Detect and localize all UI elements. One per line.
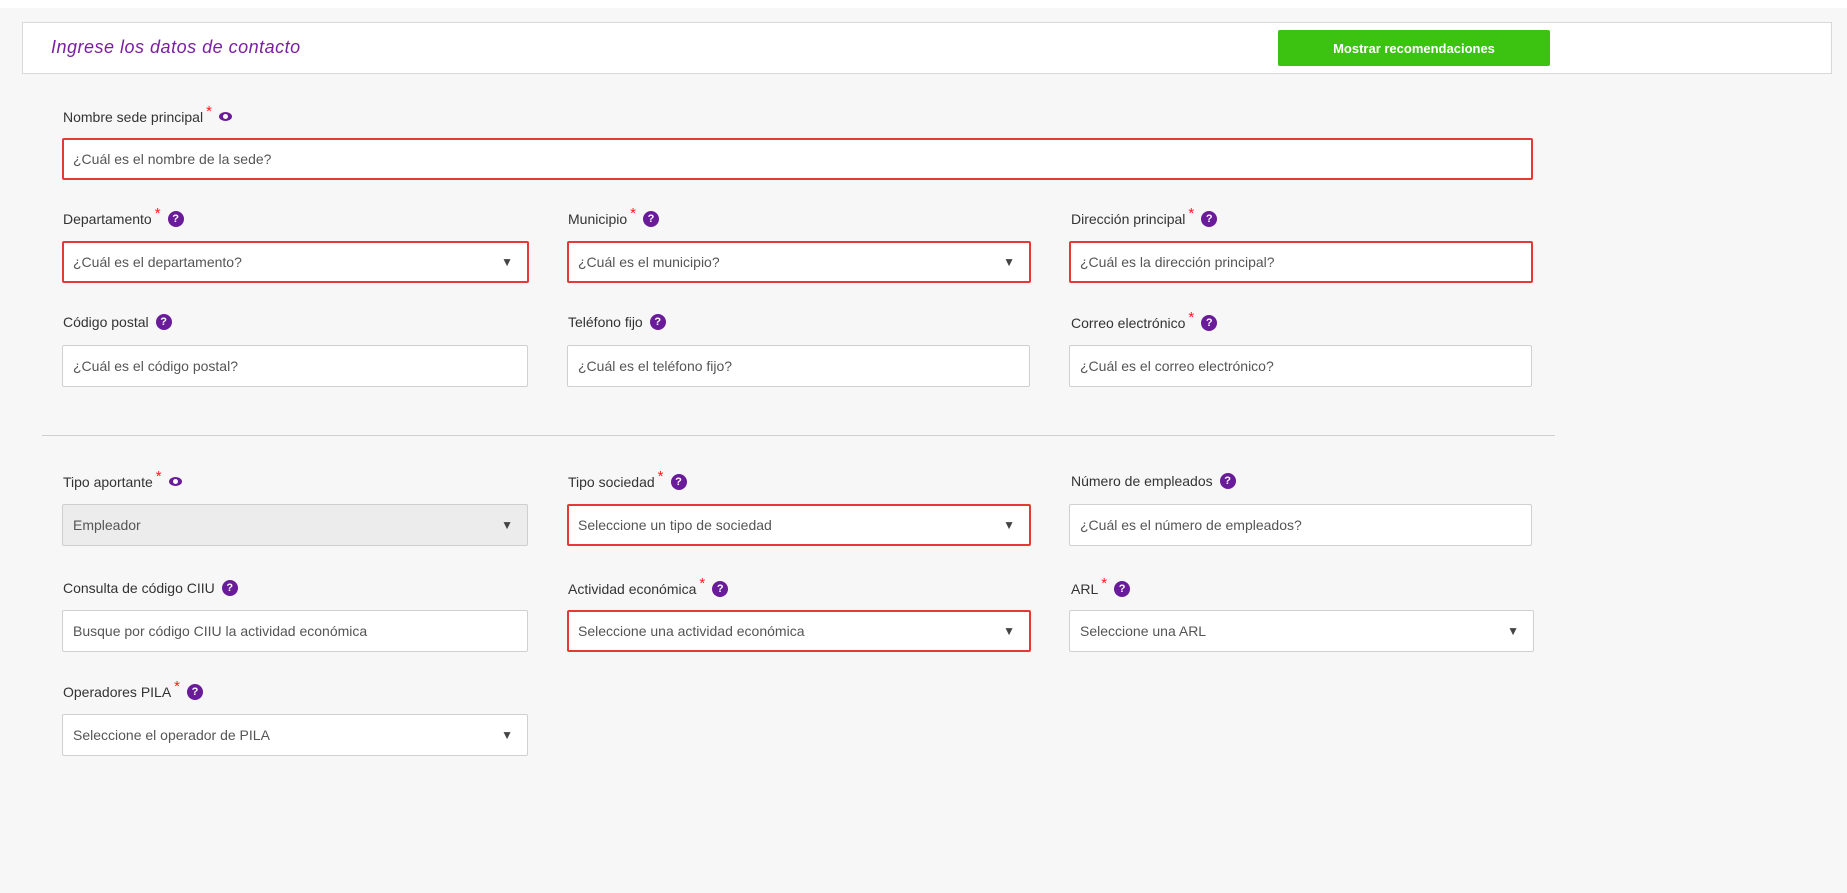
pila-label-text: Operadores PILA — [63, 683, 172, 700]
ciiu-placeholder: Busque por código CIIU la actividad econ… — [73, 623, 368, 639]
sede-placeholder: ¿Cuál es el nombre de la sede? — [73, 151, 272, 167]
caret-down-icon: ▼ — [1003, 518, 1015, 532]
sede-label-text: Nombre sede principal — [63, 108, 204, 125]
direccion-label-text: Dirección principal — [1071, 210, 1186, 227]
departamento-label-text: Departamento — [63, 210, 152, 227]
required-marker: * — [206, 103, 212, 120]
ciiu-label: Consulta de código CIIU ? — [63, 580, 238, 596]
actividad-label-text: Actividad económica — [568, 580, 697, 597]
tipo-aportante-label-text: Tipo aportante — [63, 473, 153, 490]
direccion-input[interactable]: ¿Cuál es la dirección principal? — [1069, 241, 1533, 283]
codigo-postal-input[interactable]: ¿Cuál es el código postal? — [62, 345, 528, 387]
help-icon[interactable]: ? — [155, 314, 172, 330]
arl-select[interactable]: Seleccione una ARL ▼ — [1069, 610, 1534, 652]
form-header: Ingrese los datos de contacto Mostrar re… — [22, 22, 1832, 74]
help-icon[interactable]: ? — [1201, 210, 1218, 227]
help-icon[interactable]: ? — [642, 210, 659, 227]
telefono-label-text: Teléfono fijo — [568, 314, 643, 330]
correo-label-text: Correo electrónico — [1071, 314, 1186, 331]
tipo-aportante-label: Tipo aportante * — [63, 468, 182, 490]
caret-down-icon: ▼ — [1507, 624, 1519, 638]
numero-empleados-label-text: Número de empleados — [1071, 473, 1213, 489]
tipo-sociedad-label-text: Tipo sociedad — [568, 473, 655, 490]
ciiu-label-text: Consulta de código CIIU — [63, 580, 215, 596]
tipo-aportante-select: Empleador ▼ — [62, 504, 528, 546]
municipio-placeholder: ¿Cuál es el municipio? — [578, 254, 720, 270]
numero-empleados-input[interactable]: ¿Cuál es el número de empleados? — [1069, 504, 1532, 546]
show-recommendations-button[interactable]: Mostrar recomendaciones — [1278, 30, 1550, 66]
required-marker: * — [1101, 575, 1108, 592]
caret-down-icon: ▼ — [501, 255, 513, 269]
pila-value: Seleccione el operador de PILA — [73, 727, 270, 743]
departamento-label: Departamento * ? — [63, 205, 184, 227]
telefono-input[interactable]: ¿Cuál es el teléfono fijo? — [567, 345, 1030, 387]
top-strip — [0, 0, 1847, 8]
numero-empleados-label: Número de empleados ? — [1071, 473, 1236, 489]
arl-label-text: ARL — [1071, 580, 1099, 597]
required-marker: * — [630, 205, 636, 222]
help-icon[interactable]: ? — [670, 473, 687, 490]
caret-down-icon: ▼ — [1003, 624, 1015, 638]
tipo-sociedad-label: Tipo sociedad * ? — [568, 468, 687, 490]
required-marker: * — [657, 468, 664, 485]
correo-label: Correo electrónico * ? — [1071, 309, 1218, 331]
help-icon[interactable]: ? — [187, 683, 204, 700]
municipio-label: Municipio * ? — [568, 205, 659, 227]
required-marker: * — [155, 468, 162, 485]
municipio-label-text: Municipio — [568, 210, 628, 227]
help-icon[interactable]: ? — [1114, 580, 1131, 597]
tipo-sociedad-select[interactable]: Seleccione un tipo de sociedad ▼ — [567, 504, 1031, 546]
sede-input[interactable]: ¿Cuál es el nombre de la sede? — [62, 138, 1533, 180]
required-marker: * — [174, 678, 181, 695]
actividad-value: Seleccione una actividad económica — [578, 623, 805, 639]
arl-value: Seleccione una ARL — [1080, 623, 1207, 639]
telefono-placeholder: ¿Cuál es el teléfono fijo? — [578, 358, 733, 374]
actividad-label: Actividad económica * ? — [568, 575, 729, 597]
ciiu-search-input[interactable]: Busque por código CIIU la actividad econ… — [62, 610, 528, 652]
required-marker: * — [1188, 205, 1195, 222]
help-icon[interactable]: ? — [167, 210, 184, 227]
tipo-sociedad-value: Seleccione un tipo de sociedad — [578, 517, 772, 533]
pila-select[interactable]: Seleccione el operador de PILA ▼ — [62, 714, 528, 756]
section-divider — [42, 435, 1555, 436]
actividad-select[interactable]: Seleccione una actividad económica ▼ — [567, 610, 1031, 652]
correo-placeholder: ¿Cuál es el correo electrónico? — [1080, 358, 1274, 374]
help-icon[interactable]: ? — [1219, 473, 1236, 489]
municipio-select[interactable]: ¿Cuál es el municipio? ▼ — [567, 241, 1031, 283]
numero-empleados-placeholder: ¿Cuál es el número de empleados? — [1080, 517, 1302, 533]
pila-label: Operadores PILA * ? — [63, 678, 204, 700]
codigo-postal-label: Código postal ? — [63, 314, 172, 330]
direccion-placeholder: ¿Cuál es la dirección principal? — [1080, 254, 1275, 270]
form-title: Ingrese los datos de contacto — [51, 37, 301, 57]
correo-input[interactable]: ¿Cuál es el correo electrónico? — [1069, 345, 1532, 387]
required-marker: * — [154, 205, 161, 222]
caret-down-icon: ▼ — [1003, 255, 1015, 269]
help-icon[interactable]: ? — [1201, 314, 1218, 331]
help-icon[interactable]: ? — [712, 580, 729, 597]
codigo-postal-label-text: Código postal — [63, 314, 149, 330]
required-marker: * — [1188, 309, 1195, 326]
required-marker: * — [699, 575, 706, 592]
eye-icon[interactable] — [218, 112, 232, 121]
sede-label: Nombre sede principal * — [63, 103, 232, 125]
telefono-label: Teléfono fijo ? — [568, 314, 666, 330]
help-icon[interactable]: ? — [221, 580, 238, 596]
caret-down-icon: ▼ — [501, 518, 513, 532]
caret-down-icon: ▼ — [501, 728, 513, 742]
tipo-aportante-value: Empleador — [73, 517, 141, 533]
departamento-placeholder: ¿Cuál es el departamento? — [73, 254, 242, 270]
eye-icon[interactable] — [168, 477, 182, 486]
direccion-label: Dirección principal * ? — [1071, 205, 1218, 227]
help-icon[interactable]: ? — [649, 314, 666, 330]
codigo-postal-placeholder: ¿Cuál es el código postal? — [73, 358, 238, 374]
arl-label: ARL * ? — [1071, 575, 1131, 597]
departamento-select[interactable]: ¿Cuál es el departamento? ▼ — [62, 241, 529, 283]
